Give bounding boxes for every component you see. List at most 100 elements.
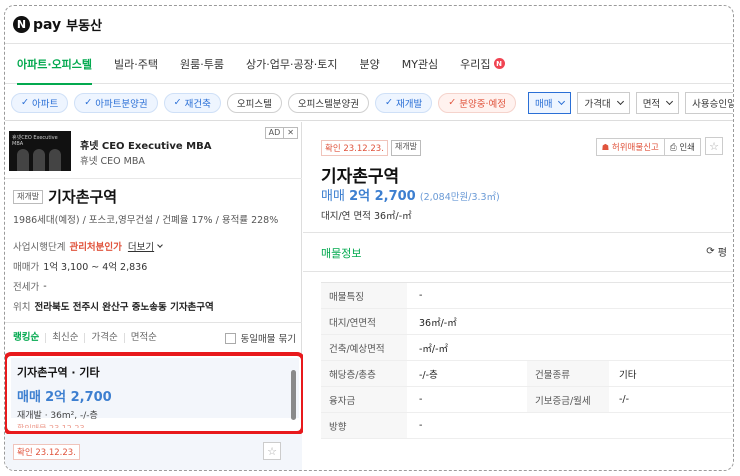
- location-row: 위치 전라북도 전주시 완산구 중노송동 기자촌구역: [13, 299, 298, 313]
- tab-commercial-land[interactable]: 상가·업무·공장·토지: [246, 44, 337, 84]
- close-icon[interactable]: ✕: [283, 127, 298, 139]
- print-button[interactable]: ⎙ 인쇄: [663, 138, 701, 156]
- star-icon[interactable]: ☆: [263, 442, 281, 460]
- ad-badge: AD ✕: [264, 127, 298, 139]
- row-value: -㎡/-㎡: [419, 343, 449, 355]
- table-row: 방향 -: [321, 413, 733, 439]
- location-value: 전라북도 전주시 완산구 중노송동 기자촌구역: [34, 302, 214, 313]
- chip-label: 재건축: [184, 98, 211, 110]
- sort-price[interactable]: 가격순: [84, 333, 123, 343]
- dropdown-trade-type[interactable]: 매매: [527, 91, 572, 114]
- tab-label: 우리집: [460, 57, 491, 71]
- listing-item-next[interactable]: 확인 23.12.23. ☆: [5, 434, 302, 470]
- row-value: -/-층: [419, 369, 438, 381]
- row-label: 해당층/총층: [321, 361, 407, 386]
- detail-area-label: 대지/연 면적: [321, 211, 371, 222]
- tab-label: 아파트·오피스텔: [17, 57, 93, 71]
- ad-figure: [17, 149, 29, 171]
- listing-price: 매매 2억 2,700: [17, 386, 293, 405]
- filter-chip-redevelopment[interactable]: ✓ 재개발: [375, 92, 433, 113]
- filter-chip-officetel-presale-right[interactable]: 오피스텔분양권: [287, 92, 370, 113]
- browser-frame: N pay 부동산 아파트·오피스텔 빌라·주택 원룸·투룸 상가·업무·공장·…: [4, 5, 734, 471]
- location-label: 위치: [13, 302, 31, 313]
- detail-type-tag: 재개발: [390, 140, 421, 156]
- complex-summary: 재개발 기자촌구역 1986세대(예정) / 포스코,영무건설 / 건폐율 17…: [13, 186, 298, 313]
- list-scrollbar[interactable]: [291, 370, 296, 420]
- chevron-down-icon: [157, 241, 163, 248]
- complex-name: 기자촌구역: [48, 188, 118, 206]
- ad-title: 휴넷 CEO Executive MBA: [80, 141, 212, 152]
- dropdown-area[interactable]: 면적: [635, 91, 680, 114]
- dropdown-approval-date[interactable]: 사용승인일: [685, 91, 733, 114]
- table-row: 융자금 - 기보증금/월세 -/-: [321, 387, 733, 413]
- detail-area: 대지/연 면적 36㎡/-㎡: [321, 208, 412, 222]
- row-value: -: [419, 394, 423, 405]
- row-value-2: -/-: [619, 394, 630, 405]
- report-fake-listing-button[interactable]: ☗ 허위매물신고: [595, 138, 665, 156]
- group-same-listings-checkbox[interactable]: 동일매물 묶기: [224, 331, 296, 345]
- detail-price-per-area: (2,084만원/3.3㎡): [419, 192, 500, 203]
- tab-our-house[interactable]: 우리집 N: [460, 44, 505, 84]
- tab-apartment-officetel[interactable]: 아파트·오피스텔: [17, 44, 93, 85]
- tab-label: 원룸·투룸: [180, 57, 224, 71]
- new-badge: N: [493, 58, 505, 69]
- project-stage-value: 관리처분인가: [69, 242, 122, 253]
- detail-badges: 확인 23.12.23. 재개발: [321, 140, 421, 156]
- logo-service-text: 부동산: [66, 19, 103, 34]
- filter-chip-presale-upcoming[interactable]: ✓ 분양중·예정: [438, 92, 516, 113]
- row-label-2: 건물종류: [527, 361, 609, 386]
- detail-price: 매매 2억 2,700 (2,084만원/3.3㎡): [321, 185, 500, 204]
- tab-label: 빌라·주택: [114, 57, 159, 71]
- sale-price-row: 매매가 1억 3,100 ~ 4억 2,836: [13, 259, 298, 273]
- table-row: 건축/예상면적 -㎡/-㎡: [321, 335, 733, 361]
- filter-chip-apartment[interactable]: ✓ 아파트: [11, 92, 69, 113]
- listing-description: 재개발 · 36m², -/-층: [17, 411, 98, 421]
- listing-price-type: 매매: [17, 390, 41, 405]
- ad-figure: [49, 149, 61, 171]
- tab-label: MY관심: [401, 57, 439, 71]
- listing-truncated-text: 확인매물 23.12.23.: [17, 423, 293, 428]
- listing-title: 기자촌구역 · 기타: [17, 366, 100, 379]
- filter-chip-officetel[interactable]: 오피스텔: [226, 92, 282, 113]
- unit-toggle-label: 평: [717, 248, 727, 259]
- detail-price-value: 2억 2,700: [349, 189, 416, 204]
- dropdown-label: 매매: [534, 98, 553, 110]
- chevron-down-icon: [558, 97, 566, 105]
- tab-my-interest[interactable]: MY관심: [402, 44, 438, 84]
- jeonse-price-row: 전세가 -: [13, 279, 298, 294]
- complex-meta: 1986세대(예정) / 포스코,영무건설 / 건폐율 17% / 용적률 22…: [13, 215, 279, 226]
- jeonse-price-value: -: [43, 280, 47, 292]
- tab-presale[interactable]: 분양: [359, 44, 379, 84]
- listing-detail-panel: 확인 23.12.23. 재개발 ☗ 허위매물신고 ⎙ 인쇄 ☆ 기자촌구역 매…: [303, 122, 733, 470]
- ad-figure: [33, 149, 45, 171]
- dropdown-price-range[interactable]: 가격대: [577, 91, 630, 114]
- filter-chip-reconstruction[interactable]: ✓ 재건축: [163, 92, 221, 113]
- checkbox-label: 동일매물 묶기: [240, 334, 296, 345]
- star-icon[interactable]: ☆: [705, 137, 723, 155]
- naver-pay-real-estate-logo[interactable]: N pay 부동산: [13, 15, 102, 34]
- sale-price-value: 1억 3,100 ~ 4억 2,836: [43, 262, 148, 273]
- row-value: -: [419, 290, 423, 301]
- sort-area[interactable]: 면적순: [123, 333, 163, 343]
- sort-latest[interactable]: 최신순: [45, 333, 84, 343]
- main-nav-tabs: 아파트·오피스텔 빌라·주택 원룸·투룸 상가·업무·공장·토지 분양 MY관심…: [5, 44, 733, 85]
- detail-price-type: 매매: [321, 189, 345, 204]
- detail-title: 기자촌구역: [321, 167, 400, 187]
- tab-listing-info[interactable]: 매물정보: [321, 245, 361, 261]
- sort-ranking[interactable]: 랭킹순: [13, 333, 45, 343]
- ad-label: AD: [264, 127, 285, 139]
- checkbox-box[interactable]: [224, 332, 236, 344]
- filter-chip-apartment-presale-right[interactable]: ✓ 아파트분양권: [74, 92, 158, 113]
- more-link[interactable]: 더보기: [128, 239, 154, 253]
- unit-toggle-button[interactable]: ⟳ 평: [706, 244, 727, 259]
- listing-item[interactable]: 기자촌구역 · 기타 매매 2억 2,700 재개발 · 36m², -/-층 …: [11, 358, 299, 428]
- row-label: 대지/연면적: [321, 309, 407, 334]
- confirm-badge: 확인 23.12.23.: [13, 444, 80, 460]
- tab-villa-house[interactable]: 빌라·주택: [114, 44, 158, 84]
- chip-label: 아파트: [31, 98, 59, 110]
- table-row: 해당층/총층 -/-층 건물종류 기타: [321, 361, 733, 387]
- detail-actions: ☗ 허위매물신고 ⎙ 인쇄: [595, 138, 701, 156]
- tab-oneroom-tworoom[interactable]: 원룸·투룸: [180, 44, 224, 84]
- tab-label: 상가·업무·공장·토지: [246, 57, 338, 71]
- ad-banner[interactable]: 휴넷CEO Executive MBA 휴넷 CEO Executive MBA…: [5, 122, 302, 179]
